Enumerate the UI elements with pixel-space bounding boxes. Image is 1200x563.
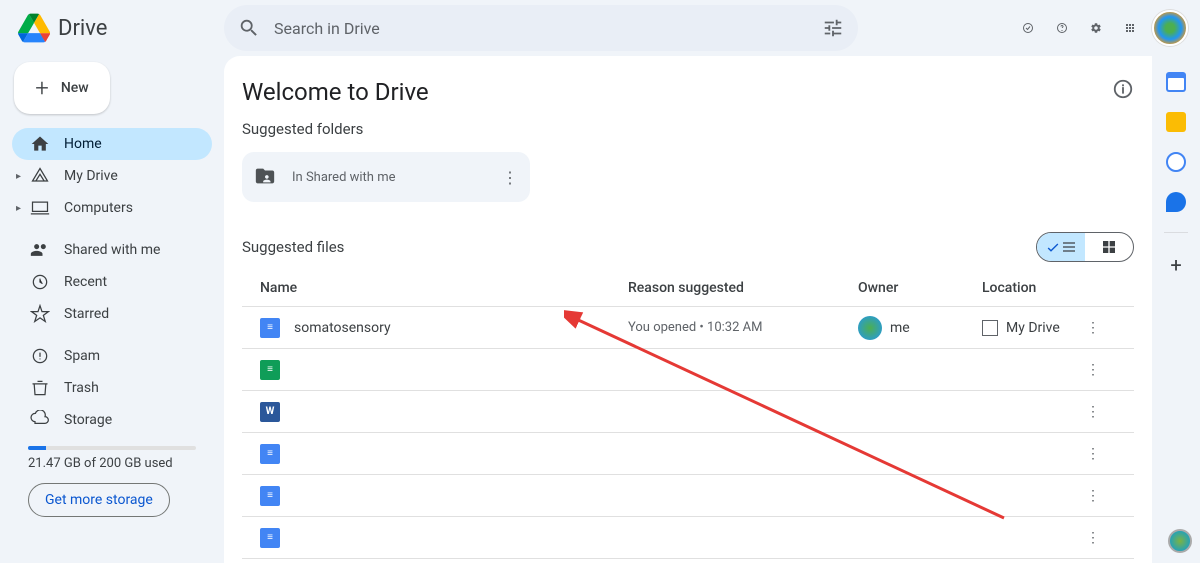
sidebar-item-label: Trash: [64, 380, 99, 396]
table-row[interactable]: ≡⋮: [242, 349, 1134, 391]
sidebar-item-recent[interactable]: Recent: [12, 266, 212, 298]
spam-icon: [30, 346, 50, 366]
contacts-app-icon[interactable]: [1166, 192, 1186, 212]
more-icon[interactable]: ⋮: [1086, 530, 1100, 546]
storage-text: 21.47 GB of 200 GB used: [28, 456, 196, 471]
storage-bar: [28, 446, 196, 450]
sidebar-item-label: Spam: [64, 348, 100, 364]
table-row[interactable]: W⋮: [242, 391, 1134, 433]
owner-avatar: [858, 316, 882, 340]
sidebar-item-computers[interactable]: Computers: [12, 192, 212, 224]
table-row[interactable]: ≡⋮: [242, 517, 1134, 559]
settings-icon[interactable]: [1084, 16, 1108, 40]
shared-icon: [30, 240, 50, 260]
file-type-icon: ≡: [260, 528, 280, 548]
sidebar-item-trash[interactable]: Trash: [12, 372, 212, 404]
logo-area[interactable]: Drive: [18, 12, 224, 44]
sidebar-item-shared[interactable]: Shared with me: [12, 234, 212, 266]
calendar-app-icon[interactable]: [1166, 72, 1186, 92]
drive-logo-icon: [18, 12, 50, 44]
product-name: Drive: [58, 16, 107, 41]
column-location[interactable]: Location: [982, 280, 1086, 296]
file-type-icon: ≡: [260, 444, 280, 464]
file-name: somatosensory: [294, 320, 391, 336]
side-panel: +: [1152, 56, 1200, 563]
home-icon: [30, 134, 50, 154]
sidebar-item-mydrive[interactable]: My Drive: [12, 160, 212, 192]
content-area: Welcome to Drive Suggested folders In Sh…: [224, 56, 1152, 563]
tasks-app-icon[interactable]: [1166, 152, 1186, 172]
keep-app-icon[interactable]: [1166, 112, 1186, 132]
new-button[interactable]: + New: [14, 62, 110, 114]
more-icon[interactable]: ⋮: [502, 168, 518, 187]
account-avatar[interactable]: [1152, 10, 1188, 46]
table-row[interactable]: ≡⋮: [242, 475, 1134, 517]
sidebar-item-label: Shared with me: [64, 242, 160, 258]
file-type-icon: ≡: [260, 360, 280, 380]
sidebar-item-label: Home: [64, 136, 102, 152]
get-more-storage-button[interactable]: Get more storage: [28, 483, 170, 517]
file-type-icon: ≡: [260, 318, 280, 338]
sidebar-item-spam[interactable]: Spam: [12, 340, 212, 372]
suggested-folders-label: Suggested folders: [242, 120, 1134, 138]
more-icon[interactable]: ⋮: [1086, 320, 1100, 336]
info-icon[interactable]: [1112, 78, 1134, 106]
sidebar-item-starred[interactable]: Starred: [12, 298, 212, 330]
storage-icon: [30, 410, 50, 430]
computers-icon: [30, 198, 50, 218]
add-app-icon[interactable]: +: [1170, 253, 1181, 277]
folder-card[interactable]: In Shared with me ⋮: [242, 152, 530, 202]
file-location: My Drive: [1006, 320, 1060, 336]
column-owner[interactable]: Owner: [858, 280, 982, 296]
file-reason: You opened • 10:32 AM: [628, 320, 858, 335]
column-name[interactable]: Name: [260, 280, 628, 296]
grid-view-button[interactable]: [1085, 233, 1133, 261]
suggested-files-label: Suggested files: [242, 238, 344, 256]
sidebar-item-home[interactable]: Home: [12, 128, 212, 160]
more-icon[interactable]: ⋮: [1086, 488, 1100, 504]
table-header: Name Reason suggested Owner Location: [242, 270, 1134, 307]
file-type-icon: W: [260, 402, 280, 422]
apps-icon[interactable]: [1118, 16, 1142, 40]
sidebar-item-label: Recent: [64, 274, 107, 290]
sidebar-item-label: My Drive: [64, 168, 118, 184]
more-icon[interactable]: ⋮: [1086, 446, 1100, 462]
sidebar-item-storage[interactable]: Storage: [12, 404, 212, 436]
more-icon[interactable]: ⋮: [1086, 362, 1100, 378]
page-title: Welcome to Drive: [242, 78, 429, 106]
search-icon: [238, 17, 260, 39]
sidebar-item-label: Starred: [64, 306, 109, 322]
sidebar: + New Home My Drive Computers Shared wit…: [0, 56, 224, 563]
table-row[interactable]: ≡ somatosensory You opened • 10:32 AM me My …: [242, 307, 1134, 349]
new-button-label: New: [61, 80, 89, 96]
search-input[interactable]: [260, 19, 822, 38]
location-icon: [982, 320, 998, 336]
table-row[interactable]: ≡⋮: [242, 433, 1134, 475]
star-icon: [30, 304, 50, 324]
ready-offline-icon[interactable]: [1016, 16, 1040, 40]
list-view-button[interactable]: [1037, 233, 1085, 261]
more-icon[interactable]: ⋮: [1086, 404, 1100, 420]
column-reason[interactable]: Reason suggested: [628, 280, 858, 296]
view-toggle: [1036, 232, 1134, 262]
trash-icon: [30, 378, 50, 398]
mydrive-icon: [30, 166, 50, 186]
sidebar-item-label: Storage: [64, 412, 112, 428]
recent-icon: [30, 272, 50, 292]
file-type-icon: ≡: [260, 486, 280, 506]
support-badge[interactable]: [1168, 529, 1192, 553]
sidebar-item-label: Computers: [64, 200, 133, 216]
folder-card-label: In Shared with me: [292, 170, 396, 185]
shared-folder-icon: [254, 165, 278, 189]
search-box[interactable]: [224, 5, 858, 51]
side-divider: [1164, 232, 1188, 233]
help-icon[interactable]: [1050, 16, 1074, 40]
search-options-icon[interactable]: [822, 17, 844, 39]
file-owner: me: [890, 320, 910, 336]
plus-icon: +: [35, 76, 49, 100]
